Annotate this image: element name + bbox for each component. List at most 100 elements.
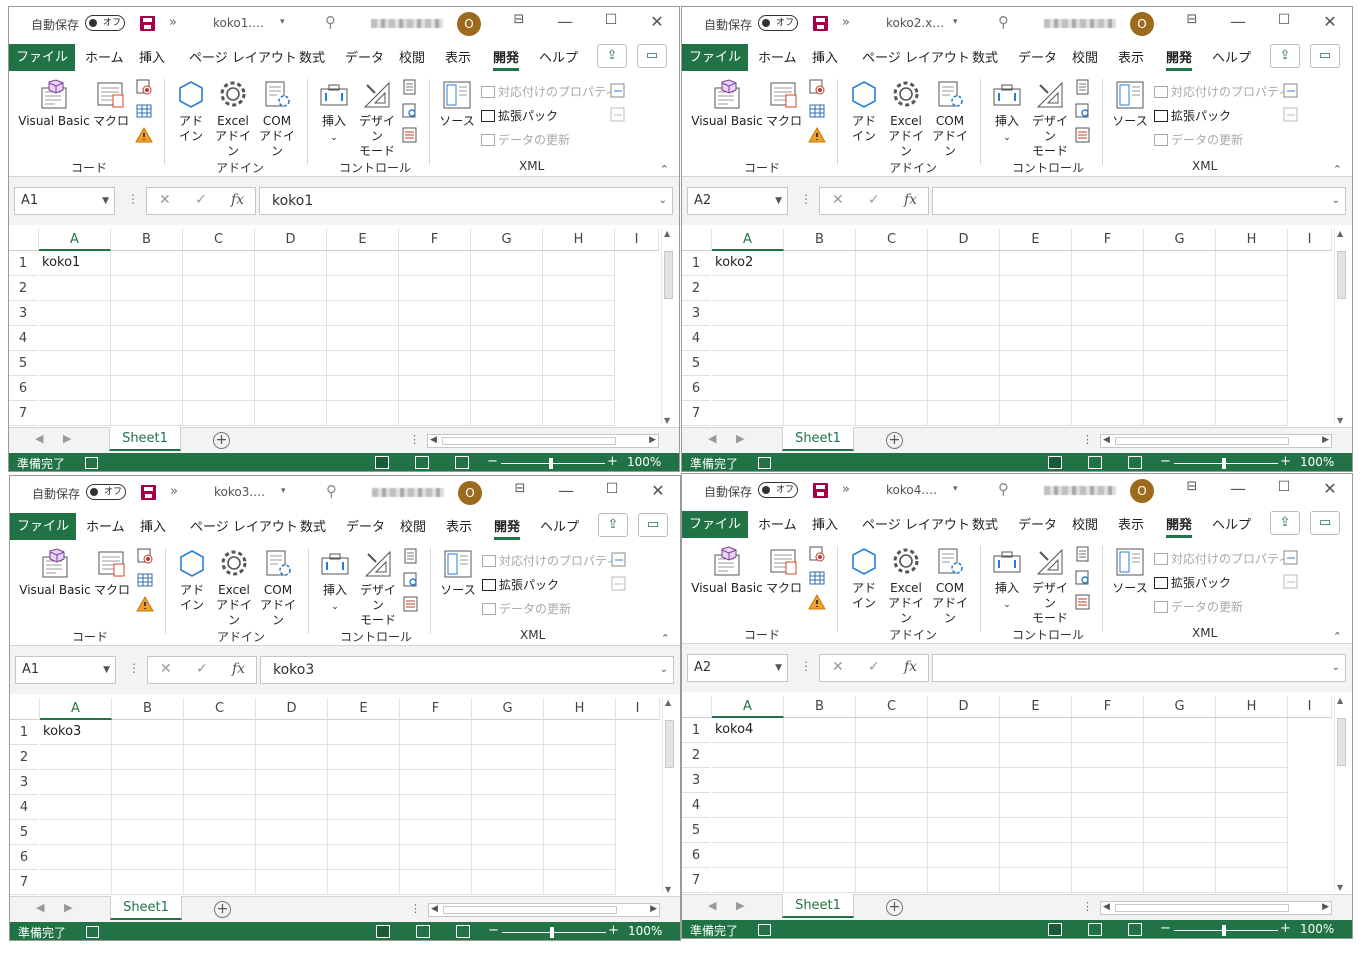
- cell-d5[interactable]: [255, 351, 327, 376]
- row-header-2[interactable]: 2: [682, 743, 710, 768]
- qat-more-icon[interactable]: »: [169, 15, 177, 30]
- cell-a3[interactable]: [712, 768, 784, 793]
- cell-g4[interactable]: [471, 326, 543, 351]
- view-code-icon[interactable]: [401, 103, 419, 119]
- more-icon[interactable]: ⋮: [410, 902, 421, 915]
- run-dialog-icon[interactable]: [401, 127, 419, 143]
- row-header-3[interactable]: 3: [9, 301, 37, 326]
- scroll-thumb[interactable]: [442, 437, 616, 445]
- xml-import-icon[interactable]: [610, 552, 628, 568]
- column-header-d[interactable]: D: [256, 698, 328, 720]
- horizontal-scrollbar[interactable]: ◀ ▶: [1100, 434, 1332, 448]
- sheet-tab[interactable]: Sheet1: [109, 427, 181, 451]
- cell-a7[interactable]: [39, 401, 111, 426]
- cell-e1[interactable]: [1000, 251, 1072, 276]
- refresh-data-button[interactable]: データの更新: [1154, 131, 1243, 148]
- cell-b5[interactable]: [111, 351, 183, 376]
- tab-help[interactable]: ヘルプ: [1212, 47, 1251, 66]
- cell-a4[interactable]: [40, 795, 112, 820]
- cell-g7[interactable]: [472, 870, 544, 895]
- excel-addins-button[interactable]: Excel アドイン: [211, 79, 255, 159]
- save-icon[interactable]: [813, 483, 828, 498]
- cell-f1[interactable]: [400, 720, 472, 745]
- cell-g6[interactable]: [472, 845, 544, 870]
- cell-f4[interactable]: [399, 326, 471, 351]
- cell-h2[interactable]: [1216, 743, 1288, 768]
- relative-references-icon[interactable]: [135, 103, 153, 119]
- cell-g6[interactable]: [1144, 376, 1216, 401]
- scroll-up-icon[interactable]: ▲: [665, 698, 671, 707]
- cell-b4[interactable]: [111, 326, 183, 351]
- zoom-out-icon[interactable]: −: [1160, 921, 1171, 936]
- column-header-e[interactable]: E: [328, 698, 400, 720]
- scroll-left-icon[interactable]: ◀: [431, 904, 438, 914]
- cell-d7[interactable]: [256, 870, 328, 895]
- avatar[interactable]: O: [1130, 12, 1154, 36]
- column-header-a[interactable]: A: [40, 698, 112, 720]
- enter-icon[interactable]: ✓: [195, 192, 207, 208]
- formula-input[interactable]: ⌄: [932, 187, 1346, 215]
- chevron-down-icon[interactable]: ▼: [102, 188, 109, 214]
- row-header-1[interactable]: 1: [9, 251, 37, 276]
- run-dialog-icon[interactable]: [402, 596, 420, 612]
- cell-b1[interactable]: [112, 720, 184, 745]
- cell-h1[interactable]: [544, 720, 616, 745]
- cell-b3[interactable]: [112, 770, 184, 795]
- select-all-corner[interactable]: [682, 229, 712, 251]
- scroll-left-icon[interactable]: ◀: [430, 435, 437, 445]
- relative-references-icon[interactable]: [808, 570, 826, 586]
- cell-a4[interactable]: [39, 326, 111, 351]
- formula-input[interactable]: koko1 ⌄: [259, 187, 673, 215]
- map-properties-button[interactable]: 対応付けのプロパティ: [1154, 83, 1290, 100]
- enter-icon[interactable]: ✓: [868, 659, 880, 675]
- more-icon[interactable]: ⋮: [128, 661, 140, 675]
- tab-insert[interactable]: 挿入: [139, 47, 165, 66]
- cell-c7[interactable]: [856, 868, 928, 893]
- scroll-thumb[interactable]: [664, 251, 673, 299]
- cell-d3[interactable]: [255, 301, 327, 326]
- run-dialog-icon[interactable]: [1074, 594, 1092, 610]
- tab-data[interactable]: データ: [345, 47, 384, 66]
- minimize-icon[interactable]: —: [1228, 12, 1248, 31]
- prev-sheet-icon[interactable]: ◀: [708, 432, 716, 445]
- zoom-level[interactable]: 100%: [627, 455, 661, 469]
- tab-insert[interactable]: 挿入: [812, 514, 838, 533]
- collapse-ribbon-icon[interactable]: ⌃: [661, 632, 670, 645]
- cell-b5[interactable]: [112, 820, 184, 845]
- cell-d4[interactable]: [928, 326, 1000, 351]
- addins-button[interactable]: アド イン: [844, 79, 884, 144]
- tab-view[interactable]: 表示: [445, 47, 471, 66]
- cell-a5[interactable]: [40, 820, 112, 845]
- ribbon-display-icon[interactable]: ⊟: [1182, 479, 1202, 494]
- cell-e7[interactable]: [1000, 401, 1072, 426]
- cell-a4[interactable]: [712, 793, 784, 818]
- tab-help[interactable]: ヘルプ: [540, 516, 579, 535]
- properties-icon[interactable]: [1074, 546, 1092, 562]
- cell-c1[interactable]: [184, 720, 256, 745]
- cell-e5[interactable]: [1000, 818, 1072, 843]
- spreadsheet-grid[interactable]: ABCDEFGHI 1234567 koko2 ▲ ▼: [682, 225, 1352, 427]
- ribbon-display-icon[interactable]: ⊟: [509, 12, 529, 27]
- xml-source-button[interactable]: ソース: [1110, 546, 1150, 596]
- file-name[interactable]: koko3.…: [214, 485, 265, 499]
- page-break-view-icon[interactable]: [1128, 456, 1142, 469]
- cell-d7[interactable]: [255, 401, 327, 426]
- zoom-out-icon[interactable]: −: [487, 454, 498, 469]
- cell-d7[interactable]: [928, 868, 1000, 893]
- row-header-3[interactable]: 3: [682, 768, 710, 793]
- cell-g1[interactable]: [472, 720, 544, 745]
- cell-e3[interactable]: [1000, 301, 1072, 326]
- normal-view-icon[interactable]: [375, 456, 389, 469]
- cell-a7[interactable]: [40, 870, 112, 895]
- page-break-view-icon[interactable]: [456, 925, 470, 938]
- cell-a7[interactable]: [712, 868, 784, 893]
- row-header-2[interactable]: 2: [10, 745, 38, 770]
- cell-b4[interactable]: [784, 326, 856, 351]
- column-header-c[interactable]: C: [183, 229, 255, 251]
- column-header-e[interactable]: E: [1000, 229, 1072, 251]
- cell-f3[interactable]: [1072, 768, 1144, 793]
- cell-b6[interactable]: [784, 843, 856, 868]
- tab-view[interactable]: 表示: [1118, 514, 1144, 533]
- tab-review[interactable]: 校閲: [399, 47, 425, 66]
- tab-page-layout[interactable]: ページ レイアウト: [189, 47, 297, 66]
